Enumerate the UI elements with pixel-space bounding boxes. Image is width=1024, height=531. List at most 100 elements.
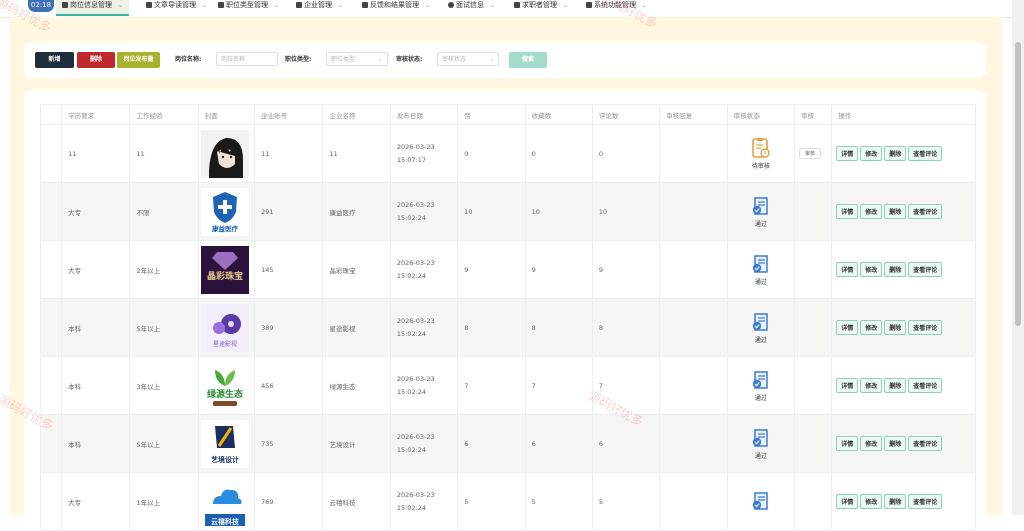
cell-audit-status: 待审核 <box>726 124 796 183</box>
row-select[interactable] <box>39 356 63 415</box>
col-education: 学历要求 <box>61 104 131 125</box>
publish-stats-button[interactable]: 岗位发布量 <box>117 52 160 68</box>
cell-comments: 9 <box>591 240 661 299</box>
cell-company: 晶彩珠宝 <box>322 240 391 299</box>
row-select[interactable] <box>39 182 63 241</box>
edit-button[interactable]: 修改 <box>860 378 883 393</box>
cell-cover: 星途影视 <box>197 298 256 357</box>
grid-icon <box>362 2 368 8</box>
cell-date: 2026-03-23 15:02:24 <box>389 240 459 299</box>
detail-button[interactable]: 详情 <box>836 378 859 393</box>
chevron-down-icon: ⌄ <box>563 2 569 9</box>
edit-button[interactable]: 修改 <box>860 320 883 335</box>
search-panel: 新增 删除 岗位发布量 岗位名称: 岗位名称 职位类型: 职位类型 ⌄ 审核状态:… <box>24 42 986 78</box>
job-type-select[interactable]: 职位类型 ⌄ <box>326 52 388 66</box>
chevron-down-icon: ⌄ <box>274 2 280 9</box>
row-delete-button[interactable]: 删除 <box>884 320 907 335</box>
edit-button[interactable]: 修改 <box>860 494 883 509</box>
cell-audit-status: 通过 <box>726 240 796 299</box>
detail-button[interactable]: 详情 <box>836 436 859 451</box>
view-comments-button[interactable]: 查看评论 <box>908 146 943 161</box>
nav-interviews[interactable]: 面试信息 ⌄ <box>448 0 495 14</box>
cell-company: 艺境设计 <box>322 414 391 473</box>
view-comments-button[interactable]: 查看评论 <box>908 378 943 393</box>
cell-audit-reply <box>659 240 728 299</box>
search-button[interactable]: 搜索 <box>509 52 547 68</box>
cell-experience: 3年以上 <box>129 356 199 415</box>
cell-date: 2026-03-23 15:02:24 <box>389 182 459 241</box>
detail-button[interactable]: 详情 <box>836 204 859 219</box>
row-delete-button[interactable]: 删除 <box>884 204 907 219</box>
detail-button[interactable]: 详情 <box>836 146 859 161</box>
cell-account: 456 <box>254 356 324 415</box>
cell-audit-reply <box>659 182 728 241</box>
edit-button[interactable]: 修改 <box>860 146 883 161</box>
cell-education: 本科 <box>61 298 131 357</box>
main-content: 新增 删除 岗位发布量 岗位名称: 岗位名称 职位类型: 职位类型 ⌄ 审核状态:… <box>10 17 1002 531</box>
status-text: 待审核 <box>751 163 770 170</box>
grid-icon <box>62 2 68 8</box>
cell-company: 星途影视 <box>322 298 391 357</box>
cell-cover: 云禧科技 <box>197 472 256 531</box>
cover-image: 康益医疗 <box>200 187 249 236</box>
col-favorites: 收藏数 <box>524 104 593 125</box>
audit-button[interactable]: 审核 <box>799 148 822 159</box>
row-delete-button[interactable]: 删除 <box>884 262 907 277</box>
view-comments-button[interactable]: 查看评论 <box>908 204 943 219</box>
cell-date: 2026-03-23 15:07:17 <box>389 124 459 183</box>
table-row: 本科 3年以上 绿源生态 456 绿源生态 2026-03-23 15:02:24 7 7 7 通… <box>39 356 976 415</box>
nav-job-info[interactable]: 岗位信息管理 ⌄ <box>56 0 130 16</box>
nav-feedback[interactable]: 反馈和结果管理 ⌄ <box>362 0 430 14</box>
detail-button[interactable]: 详情 <box>836 494 859 509</box>
col-audit-reply: 审核回复 <box>659 104 728 125</box>
cell-likes: 5 <box>457 472 526 531</box>
col-audit: 审核 <box>793 104 833 125</box>
table-row: 大专 2年以上 晶彩珠宝 145 晶彩珠宝 2026-03-23 15:02:24 9 9 9 通… <box>39 240 976 299</box>
row-select[interactable] <box>39 240 63 299</box>
cell-education: 本科 <box>61 356 131 415</box>
vertical-scrollbar[interactable] <box>1012 0 1024 515</box>
cover-image: 绿源生态 <box>200 361 249 410</box>
edit-button[interactable]: 修改 <box>860 204 883 219</box>
add-button[interactable]: 新增 <box>35 52 74 68</box>
delete-button[interactable]: 删除 <box>77 52 115 68</box>
cell-cover: 晶彩珠宝 <box>197 240 256 299</box>
detail-button[interactable]: 详情 <box>836 262 859 277</box>
chevron-down-icon: ⌄ <box>338 2 344 9</box>
svg-text:艺境设计: 艺境设计 <box>211 455 239 464</box>
cell-experience: 5年以上 <box>129 414 199 473</box>
row-select[interactable] <box>39 472 63 531</box>
row-delete-button[interactable]: 删除 <box>884 146 907 161</box>
approved-document-icon <box>752 255 768 273</box>
cell-audit-reply <box>659 356 728 415</box>
audit-status-select[interactable]: 审核状态 ⌄ <box>437 52 499 66</box>
row-delete-button[interactable]: 删除 <box>884 494 907 509</box>
row-delete-button[interactable]: 删除 <box>884 378 907 393</box>
view-comments-button[interactable]: 查看评论 <box>908 494 943 509</box>
nav-job-types[interactable]: 职位类型管理 ⌄ <box>218 0 279 14</box>
cell-likes: 7 <box>457 356 526 415</box>
nav-applicants[interactable]: 求职者管理 ⌄ <box>514 0 568 14</box>
row-select[interactable] <box>39 124 63 183</box>
nav-companies[interactable]: 企业管理 ⌄ <box>296 0 343 14</box>
col-comments: 评论数 <box>591 104 661 125</box>
col-company: 企业名称 <box>322 104 391 125</box>
row-select[interactable] <box>39 298 63 357</box>
edit-button[interactable]: 修改 <box>860 262 883 277</box>
cell-likes: 9 <box>457 240 526 299</box>
view-comments-button[interactable]: 查看评论 <box>908 436 943 451</box>
cover-image: 云禧科技 <box>200 477 249 526</box>
row-delete-button[interactable]: 删除 <box>884 436 907 451</box>
view-comments-button[interactable]: 查看评论 <box>908 262 943 277</box>
approved-document-icon <box>752 197 768 215</box>
cell-audit-reply <box>659 472 728 531</box>
cell-audit-status <box>726 472 796 531</box>
detail-button[interactable]: 详情 <box>836 320 859 335</box>
scrollbar-thumb[interactable] <box>1015 42 1021 326</box>
nav-articles[interactable]: 文章导读管理 ⌄ <box>146 0 207 14</box>
edit-button[interactable]: 修改 <box>860 436 883 451</box>
cell-cover: 康益医疗 <box>197 182 256 241</box>
audit-status-label: 审核状态: <box>396 56 423 63</box>
view-comments-button[interactable]: 查看评论 <box>908 320 943 335</box>
job-name-input[interactable]: 岗位名称 <box>216 52 278 66</box>
